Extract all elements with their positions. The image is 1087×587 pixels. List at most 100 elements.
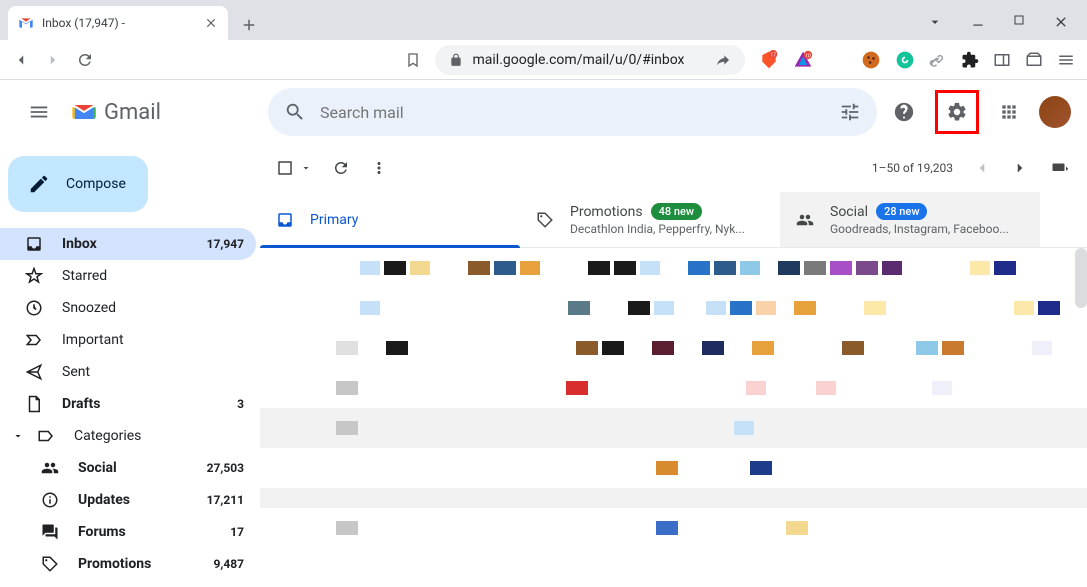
- clock-icon: [24, 299, 44, 317]
- send-icon: [24, 363, 44, 381]
- scrollbar[interactable]: [1075, 248, 1087, 308]
- more-button[interactable]: [370, 159, 388, 177]
- hamburger-menu[interactable]: [16, 89, 62, 135]
- sidebar-categories[interactable]: Categories: [0, 420, 256, 452]
- triangle-icon[interactable]: 10: [793, 50, 813, 70]
- sidebar: Compose Inbox 17,947 Starred Snoozed Imp…: [0, 144, 256, 587]
- forward-button[interactable]: [44, 51, 62, 69]
- bookmark-icon[interactable]: [405, 52, 421, 68]
- prev-page-button[interactable]: [973, 159, 991, 177]
- sidebar-item-inbox[interactable]: Inbox 17,947: [0, 228, 256, 260]
- close-icon[interactable]: [204, 16, 218, 30]
- maximize-icon[interactable]: [1013, 14, 1025, 30]
- inbox-icon: [276, 211, 294, 229]
- svg-text:10: 10: [805, 53, 811, 59]
- puzzle-icon[interactable]: [961, 51, 979, 69]
- select-dropdown[interactable]: [300, 162, 312, 174]
- search-bar[interactable]: [268, 88, 877, 136]
- refresh-button[interactable]: [332, 159, 350, 177]
- gmail-header: Gmail: [0, 80, 1087, 144]
- browser-tab-title: Inbox (17,947) -: [42, 16, 198, 30]
- sidebar-item-important[interactable]: Important: [0, 324, 256, 356]
- panel-icon[interactable]: [993, 51, 1011, 69]
- compose-button[interactable]: Compose: [8, 156, 148, 212]
- help-icon[interactable]: [885, 93, 923, 131]
- badge: 48 new: [651, 203, 702, 220]
- chevron-down-icon: [12, 430, 24, 442]
- settings-icon[interactable]: [935, 90, 979, 134]
- search-input[interactable]: [320, 103, 825, 122]
- content-area: 1–50 of 19,203 Primary Promotions 48 new: [260, 144, 1087, 587]
- sidebar-item-drafts[interactable]: Drafts 3: [0, 388, 256, 420]
- window-controls: [927, 14, 1087, 30]
- gmail-icon: [70, 98, 98, 126]
- tag-icon: [536, 211, 554, 229]
- browser-tab[interactable]: Inbox (17,947) -: [8, 6, 228, 40]
- gmail-logo[interactable]: Gmail: [70, 98, 250, 126]
- main-area: Compose Inbox 17,947 Starred Snoozed Imp…: [0, 144, 1087, 587]
- tab-primary[interactable]: Primary: [260, 192, 520, 247]
- link-icon[interactable]: [929, 51, 947, 69]
- category-tabs: Primary Promotions 48 new Decathlon Indi…: [260, 192, 1087, 248]
- brave-icon[interactable]: 17: [759, 50, 779, 70]
- address-bar[interactable]: mail.google.com/mail/u/0/#inbox: [435, 45, 746, 75]
- sidebar-item-sent[interactable]: Sent: [0, 356, 256, 388]
- sidebar-item-updates[interactable]: Updates 17,211: [0, 484, 256, 516]
- close-window-icon[interactable]: [1053, 14, 1069, 30]
- mail-list[interactable]: [260, 248, 1087, 587]
- people-icon: [796, 211, 814, 229]
- mail-row[interactable]: [260, 408, 1087, 448]
- label-icon: [36, 427, 56, 445]
- chevron-down-icon[interactable]: [927, 14, 943, 30]
- grammarly-icon[interactable]: [895, 50, 915, 70]
- mail-row[interactable]: [260, 328, 1087, 368]
- inbox-icon: [24, 235, 44, 253]
- extension-icons: 17 10: [759, 50, 1075, 70]
- reload-button[interactable]: [76, 51, 94, 69]
- header-actions: [885, 90, 1071, 134]
- tab-social[interactable]: Social 28 new Goodreads, Instagram, Face…: [780, 192, 1040, 247]
- star-icon: [24, 267, 44, 285]
- mail-row[interactable]: [260, 288, 1087, 328]
- info-icon: [40, 491, 60, 509]
- sidebar-item-social[interactable]: Social 27,503: [0, 452, 256, 484]
- cookie-icon[interactable]: [861, 50, 881, 70]
- select-checkbox[interactable]: [276, 159, 294, 177]
- forum-icon: [40, 523, 60, 541]
- lock-icon: [449, 53, 463, 67]
- wallet-icon[interactable]: [1025, 51, 1043, 69]
- new-tab-button[interactable]: [240, 16, 258, 34]
- draft-icon: [24, 395, 44, 413]
- mail-row[interactable]: [260, 248, 1087, 288]
- sidebar-item-forums[interactable]: Forums 17: [0, 516, 256, 548]
- browser-toolbar: mail.google.com/mail/u/0/#inbox 17 10: [0, 40, 1087, 80]
- avatar[interactable]: [1039, 96, 1071, 128]
- minimize-icon[interactable]: [971, 14, 985, 30]
- tab-promotions[interactable]: Promotions 48 new Decathlon India, Peppe…: [520, 192, 780, 247]
- sidebar-item-snoozed[interactable]: Snoozed: [0, 292, 256, 324]
- input-tools-button[interactable]: [1049, 159, 1071, 177]
- menu-icon[interactable]: [1057, 51, 1075, 69]
- compose-label: Compose: [66, 176, 126, 192]
- people-icon: [40, 459, 60, 477]
- mail-row[interactable]: [260, 508, 1087, 548]
- apps-icon[interactable]: [991, 94, 1027, 130]
- next-page-button[interactable]: [1011, 159, 1029, 177]
- tune-icon[interactable]: [839, 101, 861, 123]
- browser-titlebar: Inbox (17,947) -: [0, 0, 1087, 40]
- search-icon: [284, 101, 306, 123]
- sidebar-item-starred[interactable]: Starred: [0, 260, 256, 292]
- url-text: mail.google.com/mail/u/0/#inbox: [473, 52, 685, 68]
- mail-row[interactable]: [260, 488, 1087, 508]
- share-icon[interactable]: [715, 52, 731, 68]
- mail-toolbar: 1–50 of 19,203: [260, 144, 1087, 192]
- mail-row[interactable]: [260, 448, 1087, 488]
- important-icon: [24, 331, 44, 349]
- back-button[interactable]: [12, 51, 30, 69]
- gmail-logo-text: Gmail: [104, 100, 161, 125]
- tag-icon: [40, 555, 60, 573]
- sidebar-item-promotions[interactable]: Promotions 9,487: [0, 548, 256, 580]
- badge: 28 new: [876, 203, 927, 220]
- mail-row[interactable]: [260, 368, 1087, 408]
- pagination-text: 1–50 of 19,203: [872, 161, 953, 175]
